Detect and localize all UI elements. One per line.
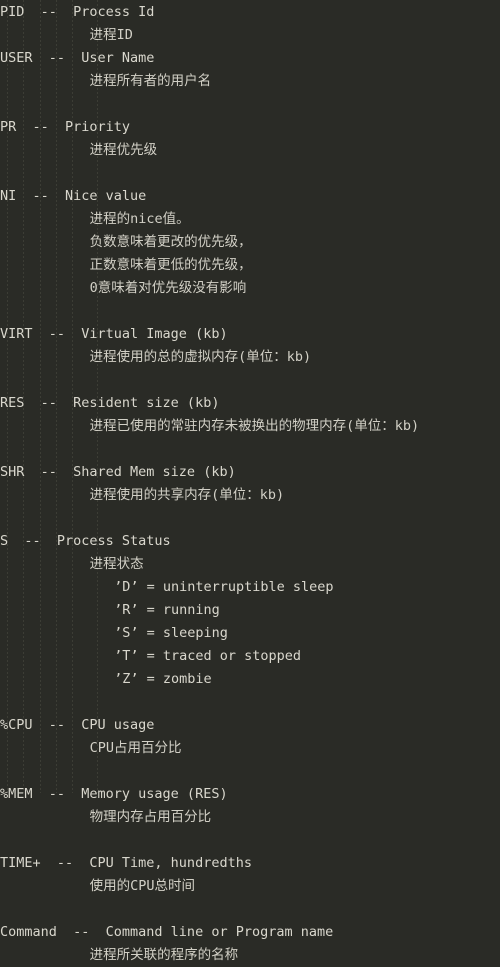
- field-header-line: TIME+ -- CPU Time, hundredths: [0, 855, 252, 871]
- field-header-line: NI -- Nice value: [0, 188, 147, 204]
- terminal-output-pane[interactable]: PID -- Process Id 进程ID USER -- User Name 进程…: [0, 0, 500, 963]
- description-line: 进程的nice值。: [89, 211, 190, 227]
- description-line: 0意味着对优先级没有影响: [89, 280, 247, 296]
- description-line: 正数意味着更低的优先级，: [89, 257, 252, 273]
- field-header-line: S -- Process Status: [0, 533, 171, 549]
- status-value-line: ’R’ = running: [114, 602, 220, 618]
- field-header-line: SHR -- Shared Mem size (kb): [0, 464, 236, 480]
- description-line: 进程使用的总的虚拟内存(单位：kb): [89, 349, 312, 365]
- field-header-line: %MEM -- Memory usage (RES): [0, 786, 228, 802]
- description-line: 进程ID: [89, 27, 133, 43]
- field-header-line: USER -- User Name: [0, 50, 155, 66]
- field-header-line: Command -- Command line or Program name: [0, 924, 334, 940]
- field-header-line: PR -- Priority: [0, 119, 131, 135]
- description-line: 进程使用的共享内存(单位：kb): [89, 487, 285, 503]
- field-header-line: PID -- Process Id: [0, 4, 155, 20]
- description-line: 负数意味着更改的优先级，: [89, 234, 252, 250]
- description-line: 进程状态: [89, 556, 144, 572]
- description-line: 进程所有者的用户名: [89, 73, 212, 89]
- status-value-line: ’D’ = uninterruptible sleep: [114, 579, 334, 595]
- status-value-line: ’Z’ = zombie: [114, 671, 212, 687]
- description-line: 进程所关联的程序的名称: [89, 947, 239, 963]
- description-line: 进程已使用的常驻内存未被换出的物理内存(单位：kb): [89, 418, 420, 434]
- text-line-container: PID -- Process Id 进程ID USER -- User Name 进程…: [0, 0, 500, 967]
- status-value-line: ’T’ = traced or stopped: [114, 648, 302, 664]
- description-line: 使用的CPU总时间: [89, 878, 196, 894]
- description-line: 进程优先级: [89, 142, 158, 158]
- description-line: 物理内存占用百分比: [89, 809, 212, 825]
- field-header-line: %CPU -- CPU usage: [0, 717, 155, 733]
- field-header-line: VIRT -- Virtual Image (kb): [0, 326, 228, 342]
- description-line: CPU占用百分比: [89, 740, 182, 756]
- status-value-line: ’S’ = sleeping: [114, 625, 228, 641]
- field-header-line: RES -- Resident size (kb): [0, 395, 220, 411]
